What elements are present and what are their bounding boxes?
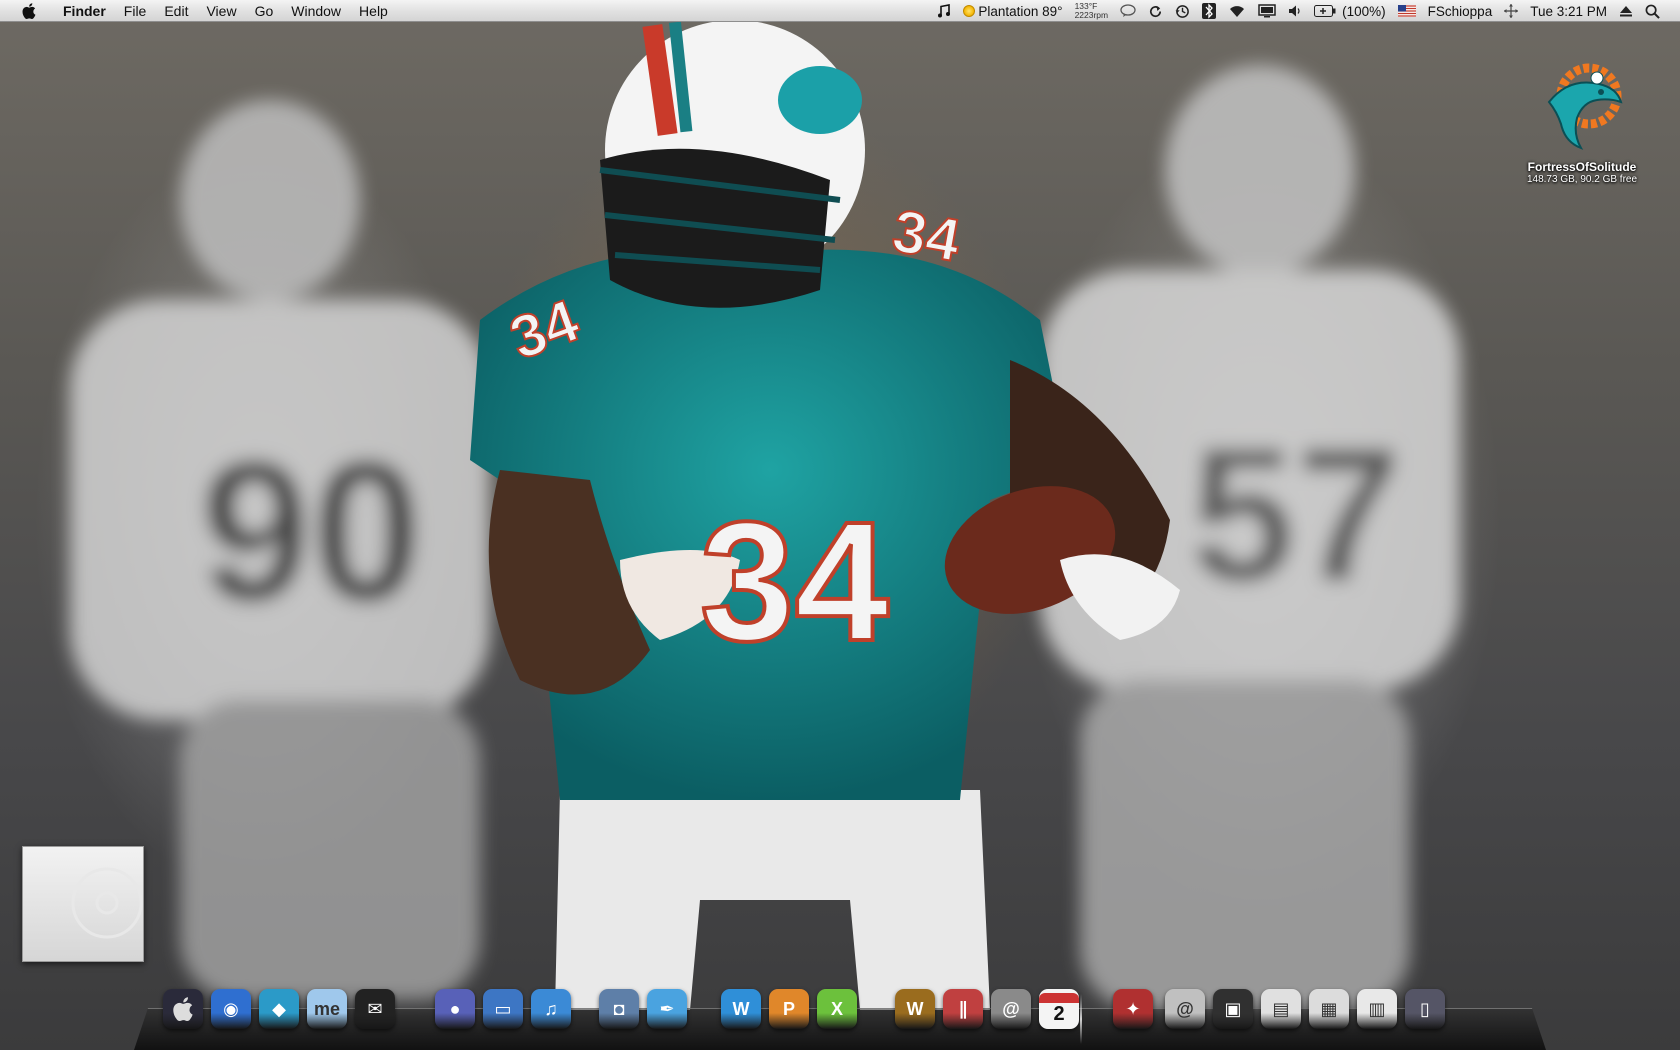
menu-go[interactable]: Go [246, 0, 283, 22]
table-stack-icon: ▥ [1357, 989, 1397, 1029]
dock-item-dashboard-app[interactable]: ◉ [208, 986, 254, 1032]
apple-menu-icon[interactable] [18, 0, 40, 22]
sun-icon [963, 5, 976, 17]
pdf-stack-icon: ▤ [1261, 989, 1301, 1029]
dock-item-itunes-app[interactable]: ♫ [528, 986, 574, 1032]
battery-percent: (100%) [1342, 3, 1386, 19]
dolphins-logo-icon [1547, 63, 1623, 150]
volume-icon[interactable] [1282, 0, 1308, 22]
music-note-icon: ♫ [531, 989, 571, 1029]
menu-window[interactable]: Window [282, 0, 350, 22]
spotlight-search-icon[interactable] [1639, 0, 1666, 22]
wallpaper-art: 90 57 34 34 34 [70, 20, 1460, 1010]
dock-separator [1080, 994, 1082, 1044]
dock-items: ◉ ◆ me ✉ ● ▭ ♫ ◘ ✒ W P X W ∥ @2 ✦ @ ▣ ▤ ▦ ▥ ▯ [134, 986, 1546, 1048]
battery-menu[interactable]: (100%) [1308, 0, 1392, 22]
eject-icon[interactable] [1613, 0, 1639, 22]
dock-item-window-stack[interactable]: ▦ [1306, 986, 1352, 1032]
envelope-icon: ✉ [355, 989, 395, 1029]
svg-text:57: 57 [1190, 409, 1401, 621]
screen-icon: ▭ [483, 989, 523, 1029]
dock-item-mail-stack[interactable]: @ [1162, 986, 1208, 1032]
monitor-stack-icon: ▣ [1213, 989, 1253, 1029]
drive-info: 148.73 GB, 90.2 GB free [1526, 174, 1638, 185]
dock-item-time-machine-app[interactable]: ◆ [256, 986, 302, 1032]
word-w-icon: W [721, 989, 761, 1029]
cloud-me-icon: me [307, 989, 347, 1029]
dock-item-feather-app[interactable]: ✒ [644, 986, 690, 1032]
dock-item-address-book-app[interactable]: @ [988, 986, 1034, 1032]
clock[interactable]: Tue 3:21 PM [1524, 0, 1613, 22]
desktop-wallpaper: 90 57 34 34 34 [0, 0, 1680, 1050]
spaces-icon[interactable] [1498, 0, 1524, 22]
parallels-icon: ∥ [943, 989, 983, 1029]
dock-item-excel-app[interactable]: X [814, 986, 860, 1032]
svg-text:34: 34 [700, 487, 889, 677]
user-menu[interactable]: FSchioppa [1422, 0, 1499, 22]
drive-name: FortressOfSolitude [1527, 160, 1637, 174]
display-mirror-icon[interactable] [1252, 0, 1282, 22]
window-stack-icon: ▦ [1309, 989, 1349, 1029]
main-player: 34 34 34 [470, 20, 1180, 1010]
diamond-icon: ◆ [259, 989, 299, 1029]
at-stack-icon: @ [1165, 989, 1205, 1029]
menu-bar: Finder File Edit View Go Window Help Pla… [0, 0, 1680, 22]
menu-help[interactable]: Help [350, 0, 397, 22]
cd-artwork-widget[interactable] [22, 846, 176, 962]
feather-icon: ✒ [647, 989, 687, 1029]
sync-icon[interactable] [1142, 0, 1169, 22]
menu-app-finder[interactable]: Finder [54, 0, 115, 22]
dock-item-downloads-stack[interactable]: ▣ [1210, 986, 1256, 1032]
battery-icon [1314, 5, 1336, 17]
powerpoint-p-icon: P [769, 989, 809, 1029]
dock-item-screen-sharing-app[interactable]: ▭ [480, 986, 526, 1032]
bluetooth-icon[interactable] [1196, 0, 1222, 22]
speech-bubble-icon[interactable] [1114, 0, 1142, 22]
status-menus: Plantation 89° 133°F 2223rpm (100%) FSch… [931, 0, 1666, 22]
dock-item-powerpoint-app[interactable]: P [766, 986, 812, 1032]
us-flag-icon[interactable] [1392, 0, 1422, 22]
time-machine-icon[interactable] [1169, 0, 1196, 22]
panther-icon: ✦ [1113, 989, 1153, 1029]
svg-text:90: 90 [200, 420, 422, 643]
calendar-date: 2 [1053, 1002, 1065, 1025]
dock-item-mobileme-app[interactable]: me [304, 986, 350, 1032]
cd-case [22, 846, 144, 962]
fan-speed: 2223rpm [1074, 10, 1109, 20]
calendar-icon: 2 [1039, 989, 1079, 1029]
dock-item-parallels-app[interactable]: ∥ [940, 986, 986, 1032]
at-book-icon: @ [991, 989, 1031, 1029]
dock: ◉ ◆ me ✉ ● ▭ ♫ ◘ ✒ W P X W ∥ @2 ✦ @ ▣ ▤ ▦ ▥ ▯ [134, 989, 1546, 1050]
trash-icon: ▯ [1405, 989, 1445, 1029]
dock-item-finder-app[interactable] [160, 986, 206, 1032]
dock-item-spreadsheet-stack[interactable]: ▥ [1354, 986, 1400, 1032]
music-note-icon[interactable] [931, 0, 957, 22]
weather-text: Plantation 89° [978, 3, 1063, 19]
globe-icon: ◉ [211, 989, 251, 1029]
menu-edit[interactable]: Edit [155, 0, 197, 22]
dock-item-documents-stack[interactable]: ▤ [1258, 986, 1304, 1032]
dock-item-iphoto-app[interactable]: ◘ [596, 986, 642, 1032]
dock-item-ical-app[interactable]: 2 [1036, 986, 1082, 1032]
dock-item-panthers-app[interactable]: ✦ [1110, 986, 1156, 1032]
svg-text:34: 34 [888, 197, 966, 275]
warcraft-icon: W [895, 989, 935, 1029]
excel-x-icon: X [817, 989, 857, 1029]
dock-item-mail-app[interactable]: ✉ [352, 986, 398, 1032]
desktop-drive-icon[interactable]: FortressOfSolitude 148.73 GB, 90.2 GB fr… [1518, 62, 1646, 185]
menu-view[interactable]: View [197, 0, 245, 22]
camera-icon: ◘ [599, 989, 639, 1029]
chat-orb-icon: ● [435, 989, 475, 1029]
dock-item-ichat-app[interactable]: ● [432, 986, 478, 1032]
weather-menu[interactable]: Plantation 89° [957, 0, 1068, 22]
dock-item-word-app[interactable]: W [718, 986, 764, 1032]
hardware-monitor[interactable]: 133°F 2223rpm [1069, 2, 1115, 20]
dock-item-trash[interactable]: ▯ [1402, 986, 1448, 1032]
dock-item-warcraft-app[interactable]: W [892, 986, 938, 1032]
menu-file[interactable]: File [115, 0, 156, 22]
apple-screen-icon [163, 989, 203, 1029]
wifi-icon[interactable] [1222, 0, 1252, 22]
